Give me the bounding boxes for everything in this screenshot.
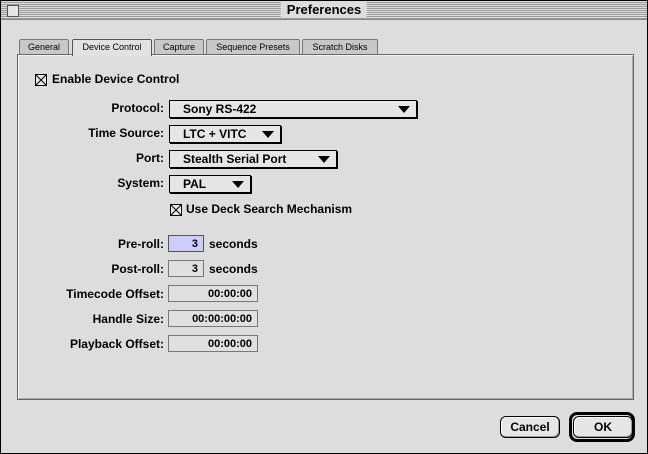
tab-device-control[interactable]: Device Control: [72, 39, 152, 56]
postroll-label: Post-roll:: [111, 262, 164, 276]
close-box[interactable]: [7, 5, 19, 17]
timecode-offset-label: Timecode Offset:: [66, 287, 164, 301]
cancel-button[interactable]: Cancel: [500, 416, 560, 438]
enable-device-control-checkbox[interactable]: [35, 74, 47, 86]
window-title: Preferences: [280, 2, 368, 18]
playback-offset-label: Playback Offset:: [69, 337, 164, 351]
protocol-select[interactable]: Sony RS-422: [169, 100, 417, 118]
time-source-select[interactable]: LTC + VITC: [169, 125, 281, 143]
time-source-label: Time Source:: [88, 126, 164, 140]
checkmark-x-icon: [171, 205, 181, 215]
preroll-label: Pre-roll:: [117, 237, 164, 251]
playback-offset-input[interactable]: 00:00:00: [168, 335, 258, 352]
handle-size-input[interactable]: 00:00:00:00: [168, 310, 258, 327]
handle-size-label: Handle Size:: [92, 312, 164, 326]
chevron-down-icon: [262, 131, 274, 138]
title-bar[interactable]: Preferences: [1, 1, 647, 20]
tab-sequence-presets[interactable]: Sequence Presets: [206, 39, 300, 55]
deck-search-checkbox[interactable]: [170, 204, 182, 216]
protocol-label: Protocol:: [111, 101, 164, 115]
chevron-down-icon: [318, 156, 330, 163]
deck-search-label[interactable]: Use Deck Search Mechanism: [186, 202, 352, 216]
port-value: Stealth Serial Port: [183, 152, 287, 166]
preroll-input[interactable]: 3: [168, 235, 204, 252]
system-label: System:: [117, 176, 164, 190]
chevron-down-icon: [398, 106, 410, 113]
protocol-value: Sony RS-422: [183, 102, 257, 116]
system-value: PAL: [183, 177, 207, 191]
checkmark-x-icon: [36, 75, 46, 85]
chevron-down-icon: [232, 181, 244, 188]
preferences-window: Preferences General Device Control Captu…: [0, 0, 648, 454]
preroll-unit: seconds: [209, 237, 258, 251]
tab-scratch-disks[interactable]: Scratch Disks: [302, 39, 378, 55]
system-select[interactable]: PAL: [169, 175, 251, 193]
tab-capture[interactable]: Capture: [154, 39, 204, 55]
tab-general[interactable]: General: [19, 39, 69, 55]
ok-button[interactable]: OK: [573, 416, 633, 438]
timecode-offset-input[interactable]: 00:00:00: [168, 285, 258, 302]
port-label: Port:: [136, 151, 164, 165]
enable-device-control-label[interactable]: Enable Device Control: [52, 72, 179, 86]
time-source-value: LTC + VITC: [183, 127, 247, 141]
postroll-unit: seconds: [209, 262, 258, 276]
port-select[interactable]: Stealth Serial Port: [169, 150, 337, 168]
postroll-input[interactable]: 3: [168, 260, 204, 277]
